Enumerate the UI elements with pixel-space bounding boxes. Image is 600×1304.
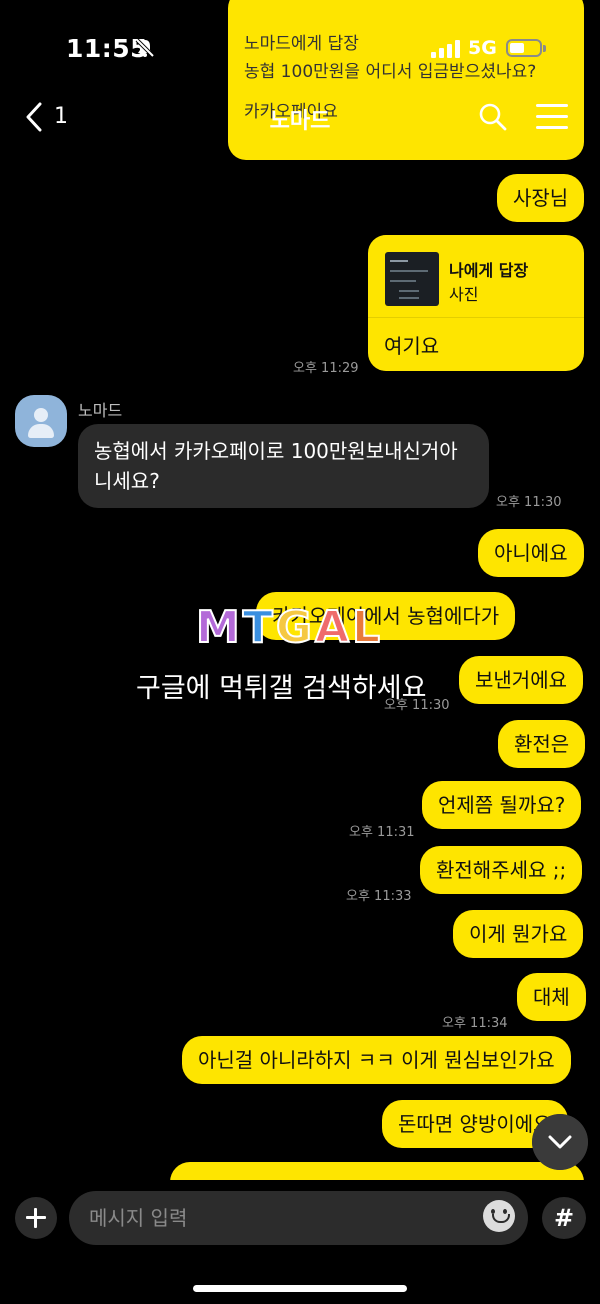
reply-divider: [368, 317, 584, 318]
watermark-text: 구글에 먹튀갤 검색하세요: [136, 673, 427, 704]
home-indicator: [193, 1285, 407, 1292]
my-message[interactable]: 대체: [517, 973, 586, 1021]
timestamp: 오후 11:29: [293, 361, 359, 376]
battery-icon: [506, 39, 546, 57]
timestamp: 오후 11:33: [346, 889, 412, 904]
signal-icon: [431, 40, 460, 58]
their-message[interactable]: 농협에서 카카오페이로 100만원보내신거아니세요?: [78, 424, 489, 508]
my-message[interactable]: 이게 뭔가요: [453, 910, 584, 958]
hash-button[interactable]: #: [542, 1197, 586, 1239]
my-message[interactable]: 환전해주세요 ;;: [420, 846, 583, 894]
my-message[interactable]: 아니에요: [478, 529, 584, 577]
my-message[interactable]: 환전은: [498, 720, 586, 768]
timestamp: 오후 11:31: [349, 825, 415, 840]
search-icon[interactable]: [478, 102, 508, 132]
scroll-down-button[interactable]: [532, 1114, 588, 1170]
chat-title: 노마드: [269, 109, 331, 134]
reply-card-title: 나에게 답장: [449, 261, 529, 280]
emoji-icon[interactable]: [483, 1200, 515, 1232]
message-input[interactable]: [69, 1191, 528, 1245]
sender-name: 노마드: [78, 401, 123, 420]
chat-header: 1 노마드: [0, 92, 600, 144]
my-message[interactable]: 아닌걸 아니라하지 ㅋㅋ 이게 뭔심보인가요: [182, 1036, 571, 1084]
my-message[interactable]: 사장님: [497, 174, 585, 222]
timestamp: 오후 11:30: [496, 495, 562, 510]
my-message[interactable]: 언제쯤 될까요?: [422, 781, 582, 829]
reply-card-subtitle: 사진: [449, 285, 479, 304]
input-bar: #: [0, 1180, 600, 1304]
status-bar: 11:55 5G: [0, 0, 600, 98]
menu-icon[interactable]: [536, 104, 568, 130]
timestamp: 오후 11:34: [442, 1016, 508, 1031]
network-type: 5G: [468, 37, 497, 59]
photo-thumbnail[interactable]: [385, 252, 439, 306]
reply-photo-bubble[interactable]: 나에게 답장 사진 여기요: [368, 235, 584, 371]
bell-muted-icon: [135, 38, 155, 58]
avatar[interactable]: [15, 395, 67, 447]
watermark-logo: MTGAL: [195, 601, 384, 654]
plus-icon[interactable]: [15, 1197, 57, 1239]
reply-card-text: 여기요: [384, 334, 440, 358]
my-message[interactable]: 보낸거에요: [459, 656, 583, 704]
